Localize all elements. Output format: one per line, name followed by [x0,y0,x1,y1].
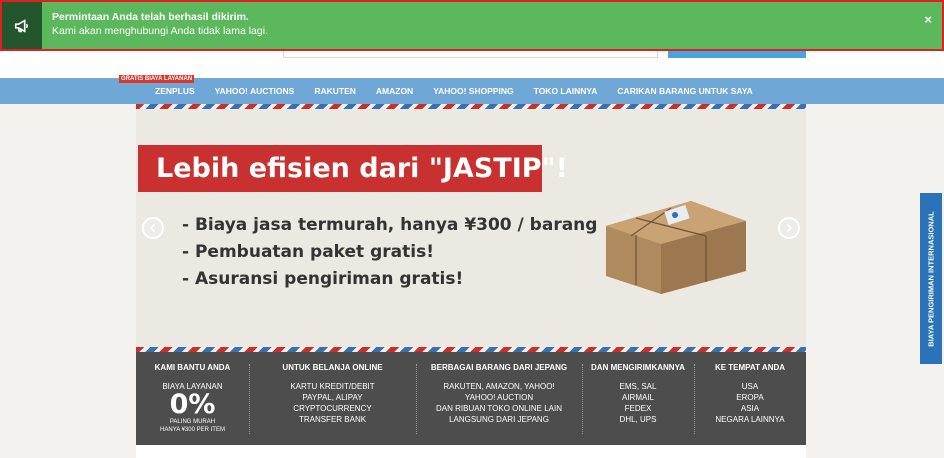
info-column: DAN MENGIRIMKANNYA EMS, SAL AIRMAIL FEDE… [582,352,694,445]
info-line: DAN RIBUAN TOKO ONLINE LAIN [436,404,562,413]
nav-item-yahoo-auctions[interactable]: YAHOO! AUCTIONS [205,86,305,96]
hero-bullet: - Asuransi pengiriman gratis! [182,269,464,289]
package-box-image [606,201,746,294]
chevron-left-icon [149,223,156,233]
info-line: TRANSFER BANK [298,415,367,424]
success-notification: Permintaan Anda telah berhasil dikirim. … [0,0,944,51]
info-line: DHL, UPS [619,415,657,424]
nav-item-yahoo-shopping[interactable]: YAHOO! SHOPPING [423,86,523,96]
info-line: LANGSUNG DARI JEPANG [449,415,549,424]
info-line: EROPA [736,393,764,402]
nav-item-amazon[interactable]: AMAZON [366,86,423,96]
info-heading: KE TEMPAT ANDA [714,363,786,372]
info-heading: KAMI BANTU ANDA [154,363,231,372]
shipping-cost-tab[interactable]: BIAYA PENGIRIMAN INTERNASIONAL [920,193,942,364]
zero-percent: 0% [169,389,216,420]
info-line: KARTU KREDIT/DEBIT [290,382,375,391]
info-heading: BERBAGAI BARANG DARI JEPANG [430,363,568,372]
info-line: CRYPTOCURRENCY [293,404,372,413]
nav-item-rakuten[interactable]: RAKUTEN [304,86,366,96]
airmail-stripe [136,104,806,109]
info-column: KE TEMPAT ANDA USA EROPA ASIA NEGARA LAI… [694,352,806,445]
info-column: UNTUK BELANJA ONLINE KARTU KREDIT/DEBIT … [249,352,416,445]
hero-title: Lebih efisien dari "JASTIP"! [138,145,568,192]
info-line: ASIA [740,404,760,413]
service-info-bar: KAMI BANTU ANDA BIAYA LAYANAN 0% PALING … [136,352,806,445]
close-icon[interactable]: × [924,12,932,27]
carousel-next-button[interactable] [778,217,800,239]
info-line: EMS, SAL [619,382,657,391]
info-line: NEGARA LAINNYA [715,415,785,424]
info-column: KAMI BANTU ANDA BIAYA LAYANAN 0% PALING … [136,352,249,445]
info-column: BERBAGAI BARANG DARI JEPANG RAKUTEN, AMA… [416,352,582,445]
info-line: RAKUTEN, AMAZON, YAHOO! [443,382,555,391]
info-line: PAYPAL, ALIPAY [302,393,363,402]
info-line: AIRMAIL [621,393,654,402]
hero-banner: Lebih efisien dari "JASTIP"! - Biaya jas… [136,104,806,352]
shipping-cost-tab-label: BIAYA PENGIRIMAN INTERNASIONAL [926,210,936,347]
free-service-badge: GRATIS BIAYA LAYANAN [119,75,195,83]
nav-item-carikan-barang[interactable]: CARIKAN BARANG UNTUK SAYA [607,86,762,96]
info-small: HANYA ¥300 PER ITEM [160,427,225,433]
info-line: USA [741,382,759,391]
carousel-prev-button[interactable] [142,217,164,239]
info-small: PALING MURAH [169,419,216,425]
info-line: YAHOO! AUCTION [464,393,534,402]
notification-message: Kami akan menghubungi Anda tidak lama la… [52,25,268,37]
content-below [136,445,806,458]
chevron-right-icon [786,223,793,233]
info-heading: UNTUK BELANJA ONLINE [282,363,383,372]
notification-title: Permintaan Anda telah berhasil dikirim. [52,11,249,23]
hero-bullets: - Biaya jasa termurah, hanya ¥300 / bara… [182,212,597,293]
hero-bullet: - Biaya jasa termurah, hanya ¥300 / bara… [182,215,598,235]
megaphone-icon [2,2,42,49]
info-heading: DAN MENGIRIMKANNYA [591,363,685,372]
nav-item-zenplus[interactable]: ZENPLUS [145,86,205,96]
hero-bullet: - Pembuatan paket gratis! [182,242,434,262]
info-line: FEDEX [624,404,652,413]
nav-item-toko-lainnya[interactable]: TOKO LAINNYA [524,86,608,96]
